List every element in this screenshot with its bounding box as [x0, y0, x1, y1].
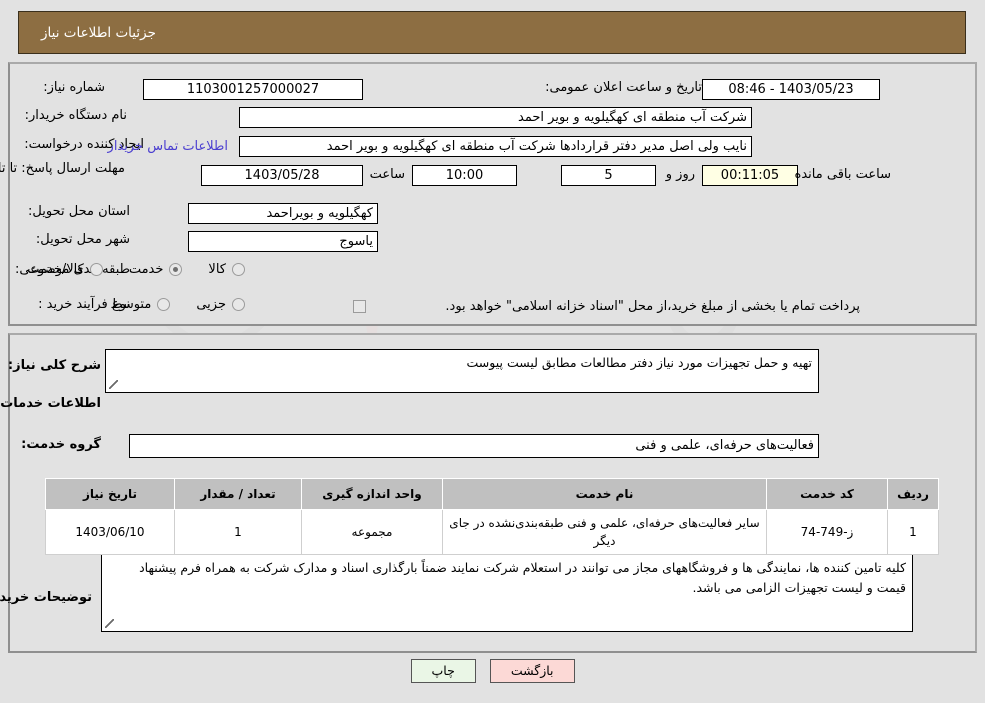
radio-icon-kala[interactable] [232, 263, 245, 276]
category-options: کالا خدمت کالا/خدمت [1, 262, 245, 277]
province-row: استان محل تحویل: [28, 204, 130, 219]
general-desc-label: شرح کلی نیاز: [7, 358, 101, 373]
buyer-org-row: نام دستگاه خریدار: [25, 108, 127, 123]
process-option-jozei[interactable]: جزیی [196, 297, 245, 312]
deadline-time-value: 10:00 [412, 165, 517, 186]
need-number-label: شماره نیاز: [43, 80, 105, 95]
cell-code: ز-749-74 [766, 509, 888, 555]
radio-icon-motavaset[interactable] [157, 298, 171, 311]
buyer-notes-value[interactable]: کلیه تامین کننده ها، نمایندگی ها و فروشگ… [101, 554, 913, 632]
print-button[interactable]: چاپ [410, 659, 476, 683]
public-announce-label-wrap: تاریخ و ساعت اعلان عمومی: [545, 80, 702, 95]
category-option-khedmat[interactable]: خدمت [129, 262, 183, 277]
city-row: شهر محل تحویل: [36, 232, 130, 247]
page-header: جزئیات اطلاعات نیاز [18, 11, 966, 54]
radio-icon-jozei[interactable] [232, 298, 245, 311]
hour-label: ساعت [369, 167, 405, 182]
process-option-motavaset-label: متوسط [110, 297, 152, 312]
radio-icon-kala-khedmat[interactable] [89, 263, 103, 276]
back-button[interactable]: بازگشت [489, 659, 575, 683]
th-radif: ردیف [887, 478, 939, 510]
need-info-panel [8, 62, 977, 326]
creator-value: نایب ولی اصل مدیر دفتر قراردادها شرکت آب… [239, 136, 752, 157]
process-option-jozei-label: جزیی [196, 297, 226, 312]
th-name: نام خدمت [442, 478, 767, 510]
days-label: روز و [665, 167, 695, 182]
category-option-kala-khedmat-label: کالا/خدمت [27, 262, 84, 277]
category-option-kala[interactable]: کالا [208, 262, 245, 277]
province-value: کهگیلویه و بویراحمد [188, 203, 378, 224]
deadline-label: مهلت ارسال پاسخ: تا تاریخ: [0, 161, 125, 176]
process-options: جزیی متوسط [84, 297, 245, 312]
service-group-label: گروه خدمت: [21, 437, 101, 452]
remaining-days-value: 5 [561, 165, 656, 186]
deadline-label-wrap: مهلت ارسال پاسخ: تا تاریخ: [0, 160, 125, 178]
treasury-checkbox[interactable] [353, 300, 366, 313]
deadline-date-value: 1403/05/28 [201, 165, 363, 186]
cell-date: 1403/06/10 [45, 509, 175, 555]
province-label: استان محل تحویل: [28, 204, 130, 219]
category-option-kala-label: کالا [208, 262, 226, 277]
category-option-kala-khedmat[interactable]: کالا/خدمت [27, 262, 103, 277]
process-option-motavaset[interactable]: متوسط [110, 297, 171, 312]
buyer-org-label: نام دستگاه خریدار: [24, 108, 127, 123]
need-number-value: 1103001257000027 [143, 79, 363, 100]
remaining-hours-label: ساعت باقی مانده [794, 167, 891, 182]
buyer-org-value: شرکت آب منطقه ای کهگیلویه و بویر احمد [239, 107, 752, 128]
th-qty: تعداد / مقدار [174, 478, 302, 510]
public-announce-label: تاریخ و ساعت اعلان عمومی: [545, 80, 702, 95]
countdown-value: 00:11:05 [702, 165, 798, 186]
table-header-row: ردیف کد خدمت نام خدمت واحد اندازه گیری ت… [45, 478, 939, 510]
city-value: یاسوج [188, 231, 378, 252]
th-date: تاریخ نیاز [45, 478, 175, 510]
page-title: جزئیات اطلاعات نیاز [41, 24, 156, 41]
public-announce-value: 1403/05/23 - 08:46 [702, 79, 880, 100]
service-group-value: فعالیت‌های حرفه‌ای، علمی و فنی [129, 434, 819, 458]
radio-icon-khedmat[interactable] [169, 263, 183, 276]
services-table: ردیف کد خدمت نام خدمت واحد اندازه گیری ت… [45, 478, 939, 555]
th-unit: واحد اندازه گیری [301, 478, 443, 510]
treasury-text: پرداخت تمام یا بخشی از مبلغ خرید،از محل … [445, 299, 860, 314]
city-label: شهر محل تحویل: [35, 232, 130, 247]
cell-name: سایر فعالیت‌های حرفه‌ای، علمی و فنی طبقه… [442, 509, 767, 555]
services-heading: اطلاعات خدمات مورد نیاز [0, 396, 101, 411]
table-row: 1 ز-749-74 سایر فعالیت‌های حرفه‌ای، علمی… [45, 509, 939, 555]
general-desc-value[interactable]: تهیه و حمل تجهیزات مورد نیاز دفتر مطالعا… [105, 349, 819, 393]
cell-radif: 1 [887, 509, 939, 555]
buyer-contact-link[interactable]: اطلاعات تماس خریدار [108, 139, 228, 154]
action-buttons: بازگشت چاپ [0, 659, 985, 683]
th-code: کد خدمت [766, 478, 888, 510]
buyer-notes-label: توضیحات خریدار: [0, 590, 92, 605]
category-option-khedmat-label: خدمت [128, 262, 164, 277]
tender-details-page: AriaTender.net جزئیات اطلاعات نیاز شماره… [0, 0, 985, 703]
cell-qty: 1 [174, 509, 302, 555]
cell-unit: مجموعه [301, 509, 443, 555]
need-number-row: شماره نیاز: [43, 80, 105, 95]
